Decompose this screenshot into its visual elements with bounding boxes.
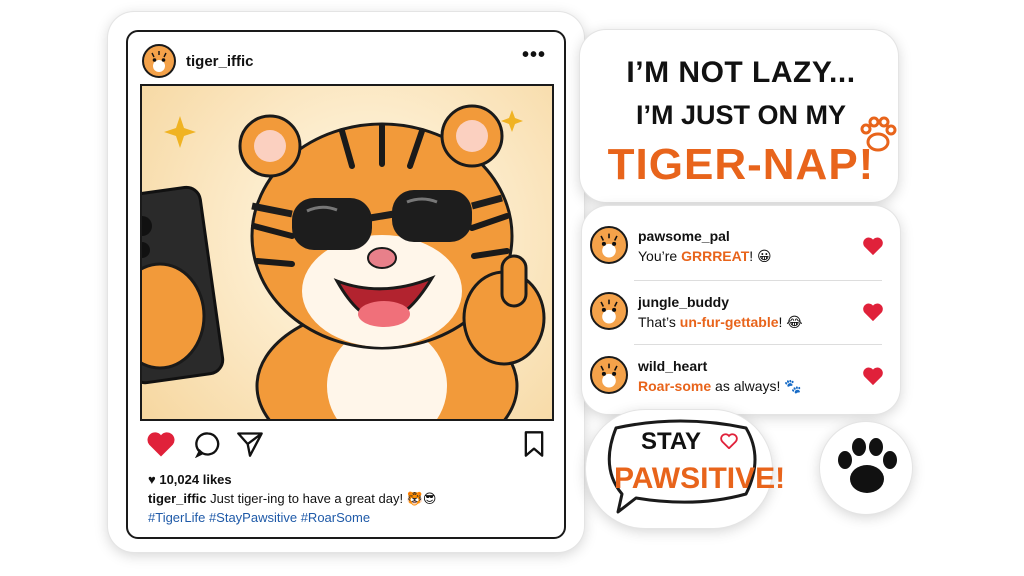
comment-highlight: GRRREAT [681, 248, 750, 264]
comment-text: That’s un-fur-gettable! 😂 [638, 314, 803, 331]
comment-highlight: un-fur-gettable [679, 314, 779, 330]
comment-username[interactable]: wild_heart [638, 358, 707, 374]
post-username[interactable]: tiger_iffic [186, 53, 254, 70]
comment-like-heart-icon[interactable] [862, 236, 884, 256]
comment-username[interactable]: jungle_buddy [638, 294, 729, 310]
comment-item: jungle_buddy That’s un-fur-gettable! 😂 [590, 288, 890, 348]
post-photo [140, 84, 554, 421]
comment-text-pre: That’s [638, 314, 680, 330]
instagram-post-card: tiger_iffic ••• ♥ 10,024 likes tiger_iff… [126, 30, 566, 539]
comment-icon[interactable] [194, 430, 222, 458]
small-heart-icon [720, 433, 738, 449]
tiger-selfie-illustration [142, 104, 546, 419]
caption-text: Just tiger-ing to have a great day! 🐯😎 [206, 491, 437, 506]
comment-text-post: as always! 🐾 [711, 378, 802, 394]
tiger-avatar-icon [595, 362, 623, 390]
post-avatar[interactable] [142, 44, 176, 78]
comment-text-pre: You’re [638, 248, 682, 264]
post-actions [142, 428, 552, 462]
tiger-avatar-icon [147, 50, 171, 74]
bubble-line-1: STAY [641, 428, 702, 455]
comment-like-heart-icon[interactable] [862, 302, 884, 322]
comment-avatar[interactable] [590, 226, 628, 264]
more-options-icon[interactable]: ••• [522, 44, 546, 67]
title-line-2: I’M JUST ON MY [635, 100, 846, 130]
bookmark-icon[interactable] [522, 430, 546, 458]
post-hashtags[interactable]: #TigerLife #StayPawsitive #RoarSome [148, 510, 370, 525]
caption-username[interactable]: tiger_iffic [148, 491, 207, 506]
likes-label: 10,024 likes [159, 472, 232, 487]
likes-count[interactable]: ♥ 10,024 likes [148, 472, 232, 487]
post-caption: tiger_iffic Just tiger-ing to have a gre… [148, 491, 436, 507]
comment-username[interactable]: pawsome_pal [638, 228, 730, 244]
post-header: tiger_iffic ••• [128, 32, 564, 84]
bubble-line-2: PAWSITIVE! [614, 462, 786, 495]
comment-text: Roar-some as always! 🐾 [638, 378, 802, 395]
title-line-3: TIGER-NAP! [607, 140, 875, 189]
comment-highlight: Roar-some [638, 378, 712, 394]
comment-avatar[interactable] [590, 292, 628, 330]
comment-item: wild_heart Roar-some as always! 🐾 [590, 352, 890, 412]
comment-divider [634, 344, 882, 345]
tiger-avatar-icon [595, 298, 623, 326]
comment-like-heart-icon[interactable] [862, 366, 884, 386]
comment-text-post: ! 😂 [778, 314, 803, 330]
share-icon[interactable] [236, 430, 264, 458]
comment-avatar[interactable] [590, 356, 628, 394]
comment-text: You’re GRRREAT! 😀 [638, 248, 772, 265]
comment-text-post: ! 😀 [749, 248, 772, 264]
like-heart-icon[interactable] [146, 430, 176, 458]
title-line-1: I’M NOT LAZY... [626, 56, 856, 89]
tiger-avatar-icon [595, 232, 623, 260]
black-paw-icon [838, 438, 897, 493]
orange-paw-icon [860, 116, 897, 152]
comment-divider [634, 280, 882, 281]
comment-item: pawsome_pal You’re GRRREAT! 😀 [590, 222, 890, 282]
